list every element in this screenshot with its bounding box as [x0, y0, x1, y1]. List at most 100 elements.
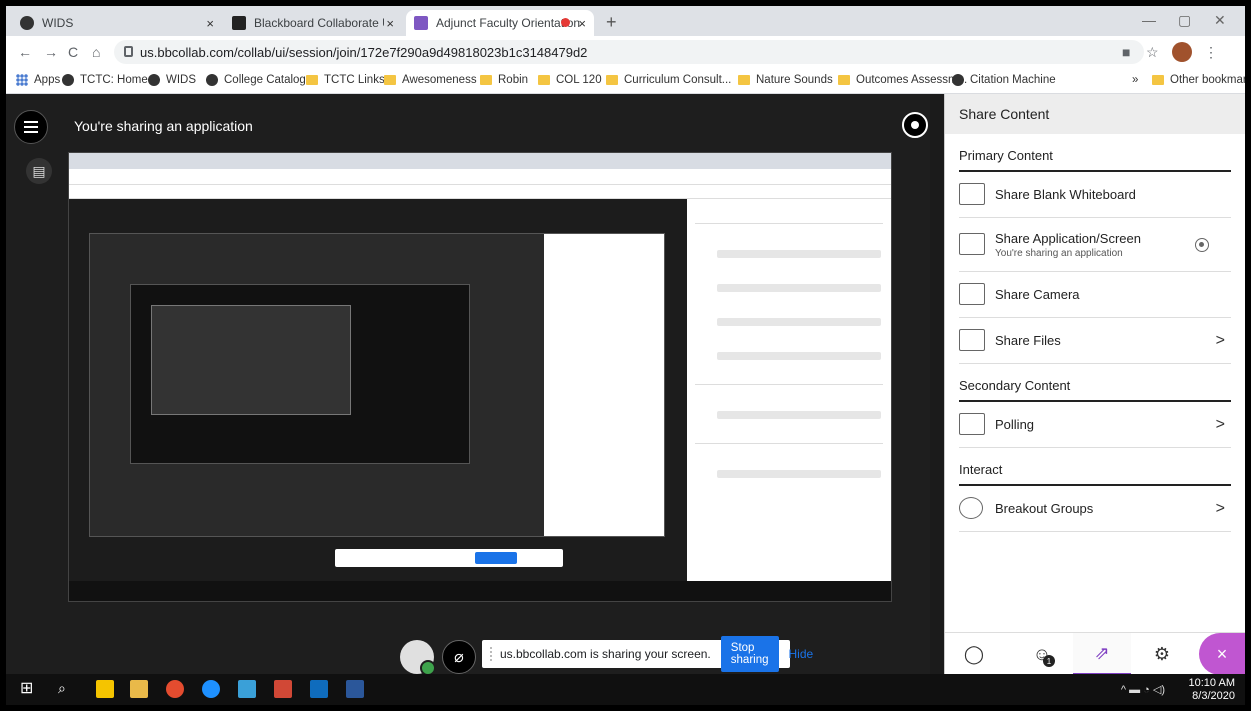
bookmark-robin[interactable]: Robin: [480, 74, 528, 86]
close-tab-icon[interactable]: ×: [578, 16, 586, 31]
maximize-icon[interactable]: ▢: [1178, 12, 1191, 29]
tab-bar: WIDS × Blackboard Collaborate Ultra - A …: [6, 6, 1245, 36]
bookmark-outcomes-assessment[interactable]: Outcomes Assessm...: [838, 74, 967, 86]
forward-icon[interactable]: →: [44, 44, 58, 60]
folder-icon: [838, 75, 850, 85]
whiteboard-icon: [959, 183, 985, 205]
captions-icon[interactable]: ▤: [26, 158, 52, 184]
word-icon[interactable]: [346, 680, 364, 698]
polling[interactable]: Polling >: [959, 402, 1231, 448]
file-explorer-icon[interactable]: [130, 680, 148, 698]
close-panel-button[interactable]: ×: [1199, 633, 1245, 675]
collaborate-icon: [414, 16, 428, 30]
drag-handle-icon[interactable]: [490, 647, 492, 661]
bookmark-apps[interactable]: Apps: [16, 74, 60, 86]
chrome-icon[interactable]: [166, 680, 184, 698]
section-heading: Interact: [959, 462, 1231, 486]
menu-icon[interactable]: ⋮: [1204, 44, 1218, 61]
preview-addressbar: [69, 169, 891, 185]
chat-icon[interactable]: ◯: [945, 633, 1003, 675]
lock-icon: [124, 46, 133, 57]
preview-tabbar: [69, 153, 891, 169]
preview-nested-panel: [544, 234, 664, 536]
browser-window: WIDS × Blackboard Collaborate Ultra - A …: [6, 6, 1245, 705]
globe-icon: [952, 74, 964, 86]
home-icon[interactable]: ⌂: [92, 44, 100, 60]
outlook-icon[interactable]: [310, 680, 328, 698]
search-icon[interactable]: ⌕: [58, 680, 76, 698]
close-window-icon[interactable]: ✕: [1214, 12, 1226, 29]
avatar[interactable]: [400, 640, 436, 676]
close-tab-icon[interactable]: ×: [386, 16, 394, 31]
bookmark-wids[interactable]: WIDS: [148, 74, 196, 86]
apps-icon: [16, 74, 28, 86]
taskbar-clock[interactable]: 10:10 AM 8/3/2020: [1189, 677, 1235, 703]
folder-icon: [384, 75, 396, 85]
teams-icon[interactable]: [238, 680, 256, 698]
url-field[interactable]: us.bbcollab.com/collab/ui/session/join/1…: [114, 40, 1144, 64]
primary-content-section: Primary Content Share Blank Whiteboard S…: [945, 148, 1245, 364]
globe-icon: [148, 74, 160, 86]
preview-bookmarks: [69, 185, 891, 199]
camera-icon: [959, 283, 985, 305]
globe-icon: [20, 16, 34, 30]
share-blank-whiteboard[interactable]: Share Blank Whiteboard: [959, 172, 1231, 218]
folder-icon: [538, 75, 550, 85]
back-icon[interactable]: ←: [18, 44, 32, 60]
tab-label: WIDS: [42, 16, 74, 30]
share-content-tab[interactable]: ⇗: [1073, 633, 1131, 675]
folder-icon: [306, 75, 318, 85]
tab-wids[interactable]: WIDS ×: [12, 10, 222, 36]
bookmarks-overflow[interactable]: »: [1132, 74, 1138, 86]
preview-nested-inner: [130, 284, 470, 464]
attendees-button[interactable]: ☺ 1: [1013, 633, 1071, 675]
windows-start-icon[interactable]: ⊞: [20, 678, 38, 697]
minimize-icon[interactable]: —: [1142, 12, 1156, 28]
skype-icon[interactable]: [202, 680, 220, 698]
system-tray-icons[interactable]: ^ ▬ ◔ ◁): [1121, 683, 1165, 696]
shared-screen-preview: [68, 152, 892, 602]
bookmark-tctc-links[interactable]: TCTC Links: [306, 74, 385, 86]
bookmark-tctc-home[interactable]: TCTC: Home: [62, 74, 148, 86]
reload-icon[interactable]: C: [68, 44, 78, 60]
sharing-title: You're sharing an application: [74, 118, 253, 134]
share-message: us.bbcollab.com is sharing your screen.: [500, 647, 711, 661]
bookmark-nature-sounds[interactable]: Nature Sounds: [738, 74, 833, 86]
tab-blackboard[interactable]: Blackboard Collaborate Ultra - A ×: [224, 10, 402, 36]
shield-app-icon[interactable]: [274, 680, 292, 698]
star-icon[interactable]: ☆: [1146, 44, 1159, 61]
bookmark-college-catalog[interactable]: College Catalog: [206, 74, 306, 86]
profile-avatar[interactable]: [1172, 42, 1192, 62]
folder-icon: [606, 75, 618, 85]
bookmark-col-120[interactable]: COL 120: [538, 74, 602, 86]
breakout-groups[interactable]: Breakout Groups >: [959, 486, 1231, 532]
session-menu-button[interactable]: [14, 110, 48, 144]
bookmark-curriculum-consult[interactable]: Curriculum Consult...: [606, 74, 731, 86]
tab-adjunct-orientation[interactable]: Adjunct Faculty Orientation ×: [406, 10, 594, 36]
secondary-content-section: Secondary Content Polling >: [945, 378, 1245, 448]
stop-share-button[interactable]: [902, 112, 928, 138]
preview-share-panel: [687, 199, 891, 601]
bookmark-awesomeness[interactable]: Awesomeness: [384, 74, 477, 86]
new-tab-button[interactable]: +: [606, 12, 617, 33]
bookmark-other[interactable]: Other bookmarks: [1152, 74, 1245, 86]
sticky-notes-icon[interactable]: [96, 680, 114, 698]
mic-off-icon[interactable]: ⌀: [442, 640, 476, 674]
hide-button[interactable]: Hide: [789, 647, 814, 661]
share-camera[interactable]: Share Camera: [959, 272, 1231, 318]
breakout-groups-icon: [959, 497, 983, 519]
camera-indicator-icon[interactable]: ■: [1122, 44, 1130, 60]
share-application-screen[interactable]: Share Application/Screen You're sharing …: [959, 218, 1231, 272]
panel-title: Share Content: [945, 94, 1245, 134]
bookmark-citation-machine[interactable]: Citation Machine: [952, 74, 1056, 86]
settings-gear-icon[interactable]: ⚙: [1133, 633, 1191, 675]
panel-footer: ◯ ☺ 1 ⇗ ⚙ ×: [945, 632, 1245, 675]
globe-icon: [206, 74, 218, 86]
close-tab-icon[interactable]: ×: [206, 16, 214, 31]
files-icon: [959, 329, 985, 351]
section-heading: Secondary Content: [959, 378, 1231, 402]
bookmarks-bar: Apps TCTC: Home WIDS College Catalog TCT…: [6, 68, 1245, 94]
stop-sharing-button[interactable]: Stop sharing: [720, 636, 779, 672]
share-files[interactable]: Share Files >: [959, 318, 1231, 364]
tab-label: Blackboard Collaborate Ultra - A: [254, 16, 384, 30]
